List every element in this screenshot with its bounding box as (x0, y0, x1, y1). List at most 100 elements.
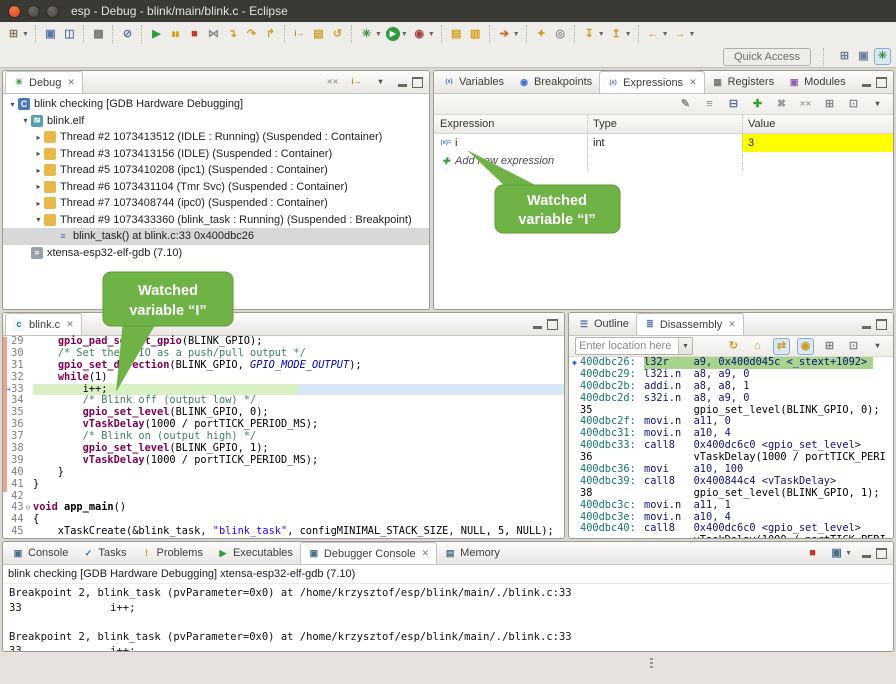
console-tab-tasks[interactable]: ✓Tasks (75, 542, 133, 564)
instruction-pointer-icon[interactable]: ➜ (6, 384, 11, 396)
debug-tree-row[interactable]: ▸Thread #3 1073413156 (IDLE) (Suspended … (3, 146, 429, 163)
external-tools-dropdown-icon[interactable]: ▼ (513, 31, 520, 38)
code-line-45[interactable]: 45 xTaskCreate(&blink_task, "blink_task"… (3, 526, 564, 538)
step-return-button[interactable]: ↱ (261, 26, 280, 43)
console-tab-console[interactable]: ▣Console (5, 542, 75, 564)
disassembly-line[interactable]: 400dbc2b:addi.n a8, a8, 1 (569, 381, 893, 393)
new-wizard-button[interactable]: ⊞▼ (4, 26, 31, 43)
pin-view-button[interactable]: ⊡ (844, 96, 863, 113)
suspend-button[interactable]: ▮▮ (166, 26, 185, 43)
annotations-button[interactable]: ◎ (551, 26, 570, 43)
run-as-dropdown-icon[interactable]: ▼ (401, 31, 408, 38)
maximize-icon[interactable] (876, 319, 887, 330)
console-tab-problems[interactable]: !Problems (133, 542, 209, 564)
cpp-perspective-icon[interactable]: ▣ (856, 49, 871, 64)
right-tab-registers[interactable]: ▦Registers (705, 71, 781, 93)
tree-expander-icon[interactable]: ▸ (33, 182, 44, 191)
minimize-icon[interactable] (533, 326, 542, 329)
minimize-icon[interactable] (862, 84, 871, 87)
home-button[interactable]: ⌂ (748, 338, 767, 355)
show-type-names-button[interactable]: ✎ (676, 96, 695, 113)
previous-annotation-dropdown-icon[interactable]: ▼ (625, 31, 632, 38)
skip-all-breakpoints-button[interactable]: ⊘ (118, 26, 137, 43)
maximize-icon[interactable] (876, 548, 887, 559)
pin-view-button[interactable]: ⊡ (844, 338, 863, 355)
step-over-button[interactable]: ↷ (242, 26, 261, 43)
new-view-button[interactable]: ⊞ (820, 338, 839, 355)
tree-expander-icon[interactable]: ▾ (33, 215, 44, 224)
console-output[interactable]: Breakpoint 2, blink_task (pvParameter=0x… (3, 584, 893, 652)
view-menu-button[interactable]: ▾ (868, 338, 887, 355)
open-type-button[interactable]: ▤ (447, 26, 466, 43)
back-button[interactable]: ←▼ (644, 26, 671, 43)
next-annotation-dropdown-icon[interactable]: ▼ (598, 31, 605, 38)
console-tab-memory[interactable]: ▤Memory (437, 542, 507, 564)
tree-expander-icon[interactable]: ▸ (33, 199, 44, 208)
external-tools-button[interactable]: ➔▼ (495, 26, 522, 43)
code-line-46[interactable]: 46} (3, 538, 564, 539)
instruction-stepping-toggle-button[interactable]: i→ (347, 74, 366, 91)
debug-tree-row[interactable]: ▸Thread #5 1073410208 (ipc1) (Suspended … (3, 162, 429, 179)
fold-icon[interactable]: ⊖ (26, 502, 33, 514)
console-tab-debugger-console[interactable]: ▣Debugger Console✕ (300, 542, 437, 564)
close-icon[interactable]: ✕ (422, 548, 430, 559)
display-selected-console-button[interactable]: ▣▼ (827, 545, 854, 562)
open-resource-button[interactable]: ▥ (466, 26, 485, 43)
disassembly-line[interactable]: 400dbc2d:s32i.n a8, a9, 0 (569, 393, 893, 405)
close-icon[interactable]: ✕ (66, 319, 74, 330)
terminate-console-button[interactable]: ■ (803, 545, 822, 562)
restart-button[interactable]: ↺ (328, 26, 347, 43)
debug-tree-row[interactable]: ▸Thread #6 1073431104 (Tmr Svc) (Suspend… (3, 179, 429, 196)
column-divider[interactable] (742, 115, 743, 171)
tree-expander-icon[interactable]: ▾ (20, 116, 31, 125)
open-perspective-icon[interactable]: ⊞ (837, 49, 852, 64)
debug-as-button[interactable]: ✳▼ (357, 26, 384, 43)
debug-tab-debug[interactable]: ✳Debug✕ (5, 71, 83, 93)
maximize-icon[interactable] (547, 319, 558, 330)
debug-tree-row[interactable]: ▾≋blink.elf (3, 113, 429, 130)
location-input[interactable]: Enter location here (576, 340, 678, 352)
refresh-button[interactable]: ↻ (724, 338, 743, 355)
disassembly-line[interactable]: 400dbc3c:movi.n a11, 1 (569, 500, 893, 512)
step-into-button[interactable]: ↴ (223, 26, 242, 43)
terminate-button[interactable]: ■ (185, 26, 204, 43)
resume-button[interactable]: ▶ (147, 26, 166, 43)
column-divider[interactable] (587, 115, 588, 171)
minimize-icon[interactable] (862, 326, 871, 329)
window-maximize-button[interactable] (46, 5, 59, 18)
disassembly-line[interactable]: 400dbc29:l32i.n a8, a9, 0 (569, 369, 893, 381)
save-button[interactable]: ▣ (41, 26, 60, 43)
code-editor[interactable]: 29 gpio_pad_select_gpio(BLINK_GPIO);30 /… (3, 336, 564, 539)
window-close-button[interactable] (8, 5, 21, 18)
back-dropdown-icon[interactable]: ▼ (662, 31, 669, 38)
window-minimize-button[interactable] (27, 5, 40, 18)
outline-tab-outline[interactable]: ☰Outline (571, 313, 636, 335)
disconnect-button[interactable]: ⋈ (204, 26, 223, 43)
maximize-icon[interactable] (412, 77, 423, 88)
next-annotation-button[interactable]: ↧▼ (580, 26, 607, 43)
debug-tree-row[interactable]: ▾Cblink checking [GDB Hardware Debugging… (3, 96, 429, 113)
debug-tree-row[interactable]: ▸Thread #2 1073413512 (IDLE : Running) (… (3, 129, 429, 146)
display-selected-console-dropdown-icon[interactable]: ▼ (845, 550, 852, 557)
code-line-40[interactable]: 40 } (3, 467, 564, 479)
maximize-icon[interactable] (876, 77, 887, 88)
tree-expander-icon[interactable]: ▸ (33, 166, 44, 175)
sash-handle[interactable] (650, 658, 653, 670)
column-header-expression[interactable]: Expression (434, 118, 587, 130)
debug-tree-row[interactable]: ▸Thread #7 1073408744 (ipc0) (Suspended … (3, 195, 429, 212)
location-combo[interactable]: Enter location here ▼ (575, 337, 693, 355)
debug-perspective-icon[interactable]: ✳ (875, 49, 890, 64)
show-logical-structures-button[interactable]: ≡ (700, 96, 719, 113)
debug-tree-row[interactable]: »xtensa-esp32-elf-gdb (7.10) (3, 245, 429, 262)
right-tab-expressions[interactable]: (x)Expressions✕ (599, 71, 704, 93)
forward-dropdown-icon[interactable]: ▼ (689, 31, 696, 38)
minimize-icon[interactable] (862, 555, 871, 558)
add-expression-button[interactable]: ✚ (748, 96, 767, 113)
add-expression-row[interactable]: ✚Add new expression (434, 152, 893, 170)
combo-dropdown-icon[interactable]: ▼ (678, 338, 692, 354)
tree-expander-icon[interactable]: ▸ (33, 133, 44, 142)
close-icon[interactable]: ✕ (728, 319, 736, 330)
right-tab-variables[interactable]: (x)Variables (436, 71, 511, 93)
right-tab-modules[interactable]: ▣Modules (781, 71, 853, 93)
close-icon[interactable]: ✕ (67, 77, 75, 88)
